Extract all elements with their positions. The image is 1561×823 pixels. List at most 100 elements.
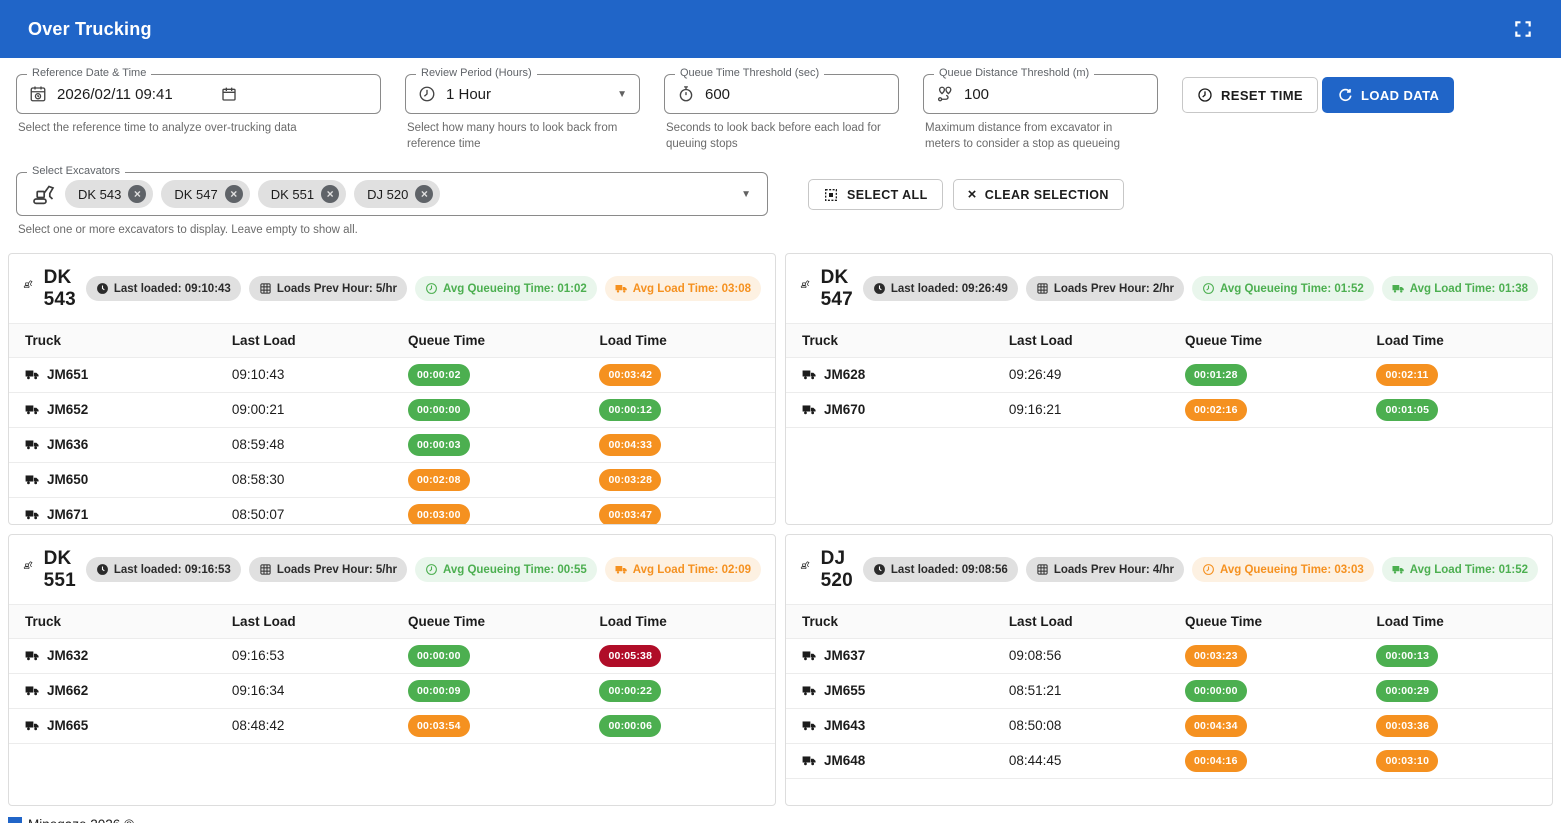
truck-row: JM670 09:16:21 00:02:16 00:01:05: [786, 392, 1552, 427]
refresh-icon: [1337, 87, 1353, 103]
load-time-badge: 00:03:10: [1376, 750, 1438, 772]
reset-time-button[interactable]: RESET TIME: [1182, 77, 1318, 113]
truck-icon: [802, 403, 817, 416]
panel-header: DJ 520 Last loaded: 09:08:56 Loads Prev …: [786, 535, 1552, 604]
last-load-value: 09:16:21: [993, 392, 1169, 427]
queue-distance-threshold-input[interactable]: [964, 86, 1084, 103]
excavator-chip[interactable]: DK 547×: [161, 180, 249, 208]
column-header: Last Load: [216, 604, 392, 638]
truck-row: JM648 08:44:45 00:04:16 00:03:10: [786, 743, 1552, 778]
column-header: Queue Time: [392, 604, 584, 638]
last-loaded-badge: Last loaded: 09:26:49: [863, 276, 1018, 301]
load-data-button[interactable]: LOAD DATA: [1322, 77, 1454, 113]
last-load-value: 09:16:53: [216, 638, 392, 673]
excavator-name: DK 551: [44, 548, 76, 592]
excavator-chip[interactable]: DK 551 ×: [258, 180, 346, 208]
queue-time-threshold-field[interactable]: Queue Time Threshold (sec): [664, 74, 899, 114]
last-load-value: 08:51:21: [993, 673, 1169, 708]
queue-time-badge: 00:04:16: [1185, 750, 1247, 772]
calendar-icon[interactable]: [221, 86, 237, 102]
select-all-icon: [823, 187, 839, 203]
load-time-badge: 00:03:42: [599, 364, 661, 386]
avg-load-time-badge: Avg Load Time: 03:08: [605, 276, 761, 301]
chip-label: DK 551: [271, 187, 314, 202]
clock-icon: [1197, 87, 1213, 103]
last-load-value: 08:50:07: [216, 497, 392, 525]
avg-queueing-time-badge: Avg Queueing Time: 03:03: [1192, 557, 1374, 582]
queue-time-badge: 00:03:23: [1185, 645, 1247, 667]
truck-id: JM662: [47, 683, 88, 698]
excavator-select-row: Select Excavators DK 543×DK 547×DK 551×D…: [0, 152, 1561, 239]
truck-id: JM632: [47, 648, 88, 663]
truck-icon: [25, 719, 40, 732]
load-time-badge: 00:00:13: [1376, 645, 1438, 667]
column-header: Truck: [786, 323, 993, 357]
column-header: Truck: [9, 323, 216, 357]
truck-id: JM665: [47, 718, 88, 733]
queue-distance-helper: Maximum distance from excavator in meter…: [925, 121, 1150, 152]
excavator-panel: DJ 520 Last loaded: 09:08:56 Loads Prev …: [785, 534, 1553, 806]
brand-logo: [8, 817, 22, 823]
page-title: Over Trucking: [28, 19, 152, 40]
clear-selection-button[interactable]: × CLEAR SELECTION: [953, 179, 1124, 210]
excavator-chip[interactable]: DJ 520×: [354, 180, 440, 208]
chevron-down-icon[interactable]: ▼: [617, 89, 627, 100]
truck-row: JM636 08:59:48 00:00:03 00:04:33: [9, 427, 775, 462]
last-load-value: 08:44:45: [993, 743, 1169, 778]
truck-id: JM671: [47, 507, 88, 522]
truck-id: JM643: [824, 718, 865, 733]
excavator-chips: DK 543×DK 547×DK 551×DJ 520×: [65, 180, 440, 208]
queue-time-badge: 00:04:34: [1185, 715, 1247, 737]
reference-helper: Select the reference time to analyze ove…: [18, 121, 379, 137]
truck-row: JM651 09:10:43 00:00:02 00:03:42: [9, 357, 775, 392]
truck-table: TruckLast LoadQueue TimeLoad Time JM632 …: [9, 604, 775, 744]
last-loaded-badge: Last loaded: 09:10:43: [86, 276, 241, 301]
truck-icon: [25, 649, 40, 662]
queue-time-helper: Seconds to look back before each load fo…: [666, 121, 881, 152]
chip-remove-icon[interactable]: ×: [128, 185, 146, 203]
avg-load-time-badge: Avg Load Time: 01:38: [1382, 276, 1538, 301]
truck-row: JM632 09:16:53 00:00:00 00:05:38: [9, 638, 775, 673]
excavator-panel: DK 547 Last loaded: 09:26:49 Loads Prev …: [785, 253, 1553, 525]
fullscreen-icon[interactable]: [1513, 19, 1533, 39]
chevron-down-icon[interactable]: ▼: [741, 189, 751, 200]
chip-remove-icon[interactable]: ×: [415, 185, 433, 203]
review-period-select[interactable]: Review Period (Hours) 1 Hour ▼: [405, 74, 640, 114]
reference-datetime-field[interactable]: Reference Date & Time: [16, 74, 381, 114]
column-header: Truck: [9, 604, 216, 638]
truck-row: JM662 09:16:34 00:00:09 00:00:22: [9, 673, 775, 708]
last-load-value: 09:08:56: [993, 638, 1169, 673]
top-actions: RESET TIME LOAD DATA: [1182, 77, 1454, 113]
chip-remove-icon[interactable]: ×: [225, 185, 243, 203]
truck-id: JM650: [47, 472, 88, 487]
last-load-value: 09:10:43: [216, 357, 392, 392]
truck-id: JM670: [824, 402, 865, 417]
excavator-icon: [23, 276, 34, 302]
truck-id: JM628: [824, 367, 865, 382]
avg-queueing-time-badge: Avg Queueing Time: 01:02: [415, 276, 597, 301]
truck-table: TruckLast LoadQueue TimeLoad Time JM651 …: [9, 323, 775, 525]
queue-time-badge: 00:03:00: [408, 504, 470, 525]
panel-stats: Last loaded: 09:08:56 Loads Prev Hour: 4…: [863, 557, 1538, 582]
excavator-multiselect[interactable]: Select Excavators DK 543×DK 547×DK 551×D…: [16, 172, 768, 216]
column-header: Truck: [786, 604, 993, 638]
column-header: Last Load: [993, 604, 1169, 638]
chip-label: DK 543: [78, 187, 121, 202]
clear-selection-label: CLEAR SELECTION: [985, 188, 1109, 202]
truck-icon: [802, 684, 817, 697]
panel-header: DK 547 Last loaded: 09:26:49 Loads Prev …: [786, 254, 1552, 323]
column-header: Load Time: [583, 323, 775, 357]
queue-distance-threshold-field[interactable]: Queue Distance Threshold (m): [923, 74, 1158, 114]
loads-prev-hour-badge: Loads Prev Hour: 4/hr: [1026, 557, 1184, 582]
chip-remove-icon[interactable]: ×: [321, 185, 339, 203]
reference-datetime-input[interactable]: [57, 86, 197, 103]
truck-icon: [802, 754, 817, 767]
queue-time-badge: 00:00:00: [408, 645, 470, 667]
select-all-button[interactable]: SELECT ALL: [808, 179, 943, 210]
truck-icon: [802, 368, 817, 381]
queue-time-badge: 00:00:00: [408, 399, 470, 421]
review-period-label: Review Period (Hours): [416, 67, 537, 79]
excavator-chip[interactable]: DK 543 ×: [65, 180, 153, 208]
truck-row: JM628 09:26:49 00:01:28 00:02:11: [786, 357, 1552, 392]
queue-time-threshold-input[interactable]: [705, 86, 825, 103]
